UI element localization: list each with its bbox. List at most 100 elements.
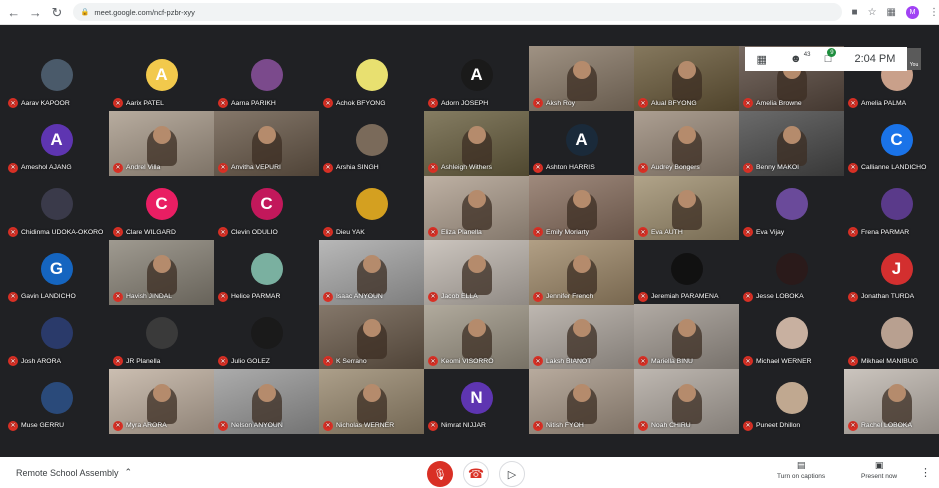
participant-tile[interactable]: ✕ Mikhael MANIBUG [844,304,939,369]
participant-tile[interactable]: J ✕ Jonathan TURDA [844,240,939,305]
microphone-toggle-button[interactable]: 🎙 [427,461,453,487]
participant-label: ✕ Jennifer French [533,291,594,302]
participant-name: Adorn JOSEPH [441,99,489,107]
participant-tile[interactable]: ✕ Nicholas WERNER [319,368,424,434]
camera-toggle-button[interactable]: ▷ [499,461,525,487]
participant-tile[interactable]: ✕ Muse GERRU [4,369,109,434]
menu-icon[interactable]: ⋮ [929,7,939,18]
muted-mic-icon: ✕ [323,98,333,108]
muted-mic-icon: ✕ [743,291,753,302]
participant-tile[interactable]: ✕ JR Planella [109,304,214,369]
participant-tile[interactable]: A ✕ Ameshol AJANG [4,111,109,176]
participant-figure [356,319,387,359]
participant-tile[interactable]: ✕ Jacob ELLA [424,239,529,305]
participant-tile[interactable]: ✕ Nelson ANYOUN [214,368,319,434]
participant-tile[interactable]: C ✕ Clevin ODULIO [214,175,319,240]
participant-tile[interactable]: ✕ Josh ARORA [4,304,109,369]
participant-tile[interactable]: ✕ Laksh BIANOT [529,304,634,369]
leave-call-button[interactable]: ☎ [463,461,489,487]
participant-tile[interactable]: ✕ K Serrano [319,304,424,369]
participant-tile[interactable]: C ✕ Clare WILGARD [109,175,214,240]
participant-tile[interactable]: ✕ Jennifer French [529,239,634,305]
people-icon[interactable]: ☻ 43 [790,52,810,66]
participant-label: ✕ Mariella BINU [638,356,693,366]
participant-avatar: A [145,59,178,91]
participant-figure [566,254,597,295]
participant-tile[interactable]: A ✕ Ashton HARRIS [529,111,634,176]
participant-label: ✕ Clevin ODULIO [218,227,278,237]
participant-avatar [250,59,283,91]
participant-avatar: C [880,123,913,156]
participant-tile[interactable]: ✕ Aarna PARIKH [214,46,319,111]
participant-name: Jennifer French [546,293,594,300]
captions-button[interactable]: ▤ Turn on captions [777,460,825,480]
participant-tile[interactable]: ✕ Eliza Planella [424,175,529,240]
participant-tile[interactable]: ✕ Isaac ANYOUN [319,239,424,305]
participant-tile[interactable]: C ✕ Callianne LANDICHO [844,111,939,176]
participant-label: ✕ Jeremiah PARAMENA [638,291,718,302]
participant-tile[interactable]: ✕ Mariella BINU [634,304,739,369]
reload-icon[interactable]: ↻ [49,4,65,20]
participant-tile[interactable]: ✕ Achok BFYONG [319,46,424,111]
chat-icon[interactable]: □ 9 [825,48,837,65]
participant-tile[interactable]: ✕ Keomi VISORRO [424,304,529,369]
participant-tile[interactable]: ✕ Ashleigh Withers [424,110,529,176]
participant-tile[interactable]: ✕ Audrey Bongers [634,110,739,176]
participant-tile[interactable]: A ✕ Adorn JOSEPH [424,46,529,111]
participant-avatar [355,188,388,220]
participant-tile[interactable]: ✕ Andrel Villa [109,110,214,176]
participant-label: ✕ Aksh Roy [533,98,575,108]
participant-tile[interactable]: ✕ Arshia SINGH [319,111,424,176]
participant-tile[interactable]: ✕ Julio GOLEZ [214,304,319,369]
participant-tile[interactable]: ✕ Nitish FYOH [529,368,634,434]
muted-mic-icon: ✕ [428,291,438,302]
participant-label: ✕ Muse GERRU [8,420,64,431]
participant-tile[interactable]: ✕ Jeremiah PARAMENA [634,240,739,305]
extensions-icon[interactable]: ▦ [887,7,896,18]
self-view[interactable]: You [907,48,921,70]
present-now-button[interactable]: ▣ Present now [861,460,897,480]
participant-label: ✕ Dieu YAK [323,227,365,237]
participant-tile[interactable]: ✕ Eva Vijay [739,175,844,240]
participant-tile[interactable]: G ✕ Gavin LANDICHO [4,240,109,305]
participant-tile[interactable]: ✕ Michael WERNER [739,304,844,369]
address-bar[interactable]: 🔒 meet.google.com/ncf-pzbr-xyy [72,3,842,21]
participant-tile[interactable]: ✕ Helice PARMAR [214,240,319,305]
participant-tile[interactable]: A ✕ Aarix PATEL [109,46,214,111]
participant-name: Emily Moriarty [546,228,590,236]
grid-icon[interactable]: ▦ [757,53,767,66]
participant-tile[interactable]: ✕ Benny MAKOI [739,110,844,176]
participant-tile[interactable]: N ✕ Nimrat NIJJAR [424,369,529,434]
participant-tile[interactable]: ✕ Dieu YAK [319,175,424,240]
participant-tile[interactable]: ✕ Puneet Dhillon [739,369,844,434]
participant-tile[interactable]: ✕ Aksh Roy [529,46,634,111]
muted-mic-icon: ✕ [218,162,228,173]
participant-label: ✕ Josh ARORA [8,356,61,366]
participant-tile[interactable]: ✕ Noah CHIRU [634,368,739,434]
forward-icon[interactable]: → [28,4,44,20]
participant-tile[interactable]: ✕ Chidinma UDOKA-OKORO [4,175,109,240]
participant-label: ✕ Michael WERNER [743,356,812,366]
more-options-icon[interactable]: ⋮ [920,466,931,479]
participant-label: ✕ Chidinma UDOKA-OKORO [8,227,103,237]
participant-tile[interactable]: ✕ Havish JINDAL [109,239,214,305]
participant-name: Havish JINDAL [126,293,173,300]
back-icon[interactable]: ← [6,4,22,20]
participant-tile[interactable]: ✕ Jesse LOBOKA [739,240,844,305]
participant-tile[interactable]: ✕ Aarav KAPOOR [4,46,109,111]
participant-tile[interactable]: ✕ Eva AUTH [634,175,739,240]
participant-tile[interactable]: ✕ Alual BFYONG [634,46,739,111]
star-icon[interactable]: ☆ [868,7,877,18]
muted-mic-icon: ✕ [428,227,438,237]
meeting-details-button[interactable]: Remote School Assembly ⌃ [16,467,132,478]
profile-avatar[interactable]: M [905,5,919,19]
participant-tile[interactable]: ✕ Frena PARMAR [844,175,939,240]
camera-indicator-icon[interactable]: ■ [852,7,858,18]
participant-name: Ameshol AJANG [21,164,72,171]
participant-avatar [670,252,703,285]
participant-tile[interactable]: ✕ Emily Moriarty [529,175,634,240]
participant-tile[interactable]: ✕ Myra ARORA [109,368,214,434]
participant-tile[interactable]: ✕ Anvitha VEPURI [214,110,319,176]
participant-name: Nitish FYOH [546,422,584,429]
participant-tile[interactable]: ✕ Rachel LOBOKA [844,368,939,434]
